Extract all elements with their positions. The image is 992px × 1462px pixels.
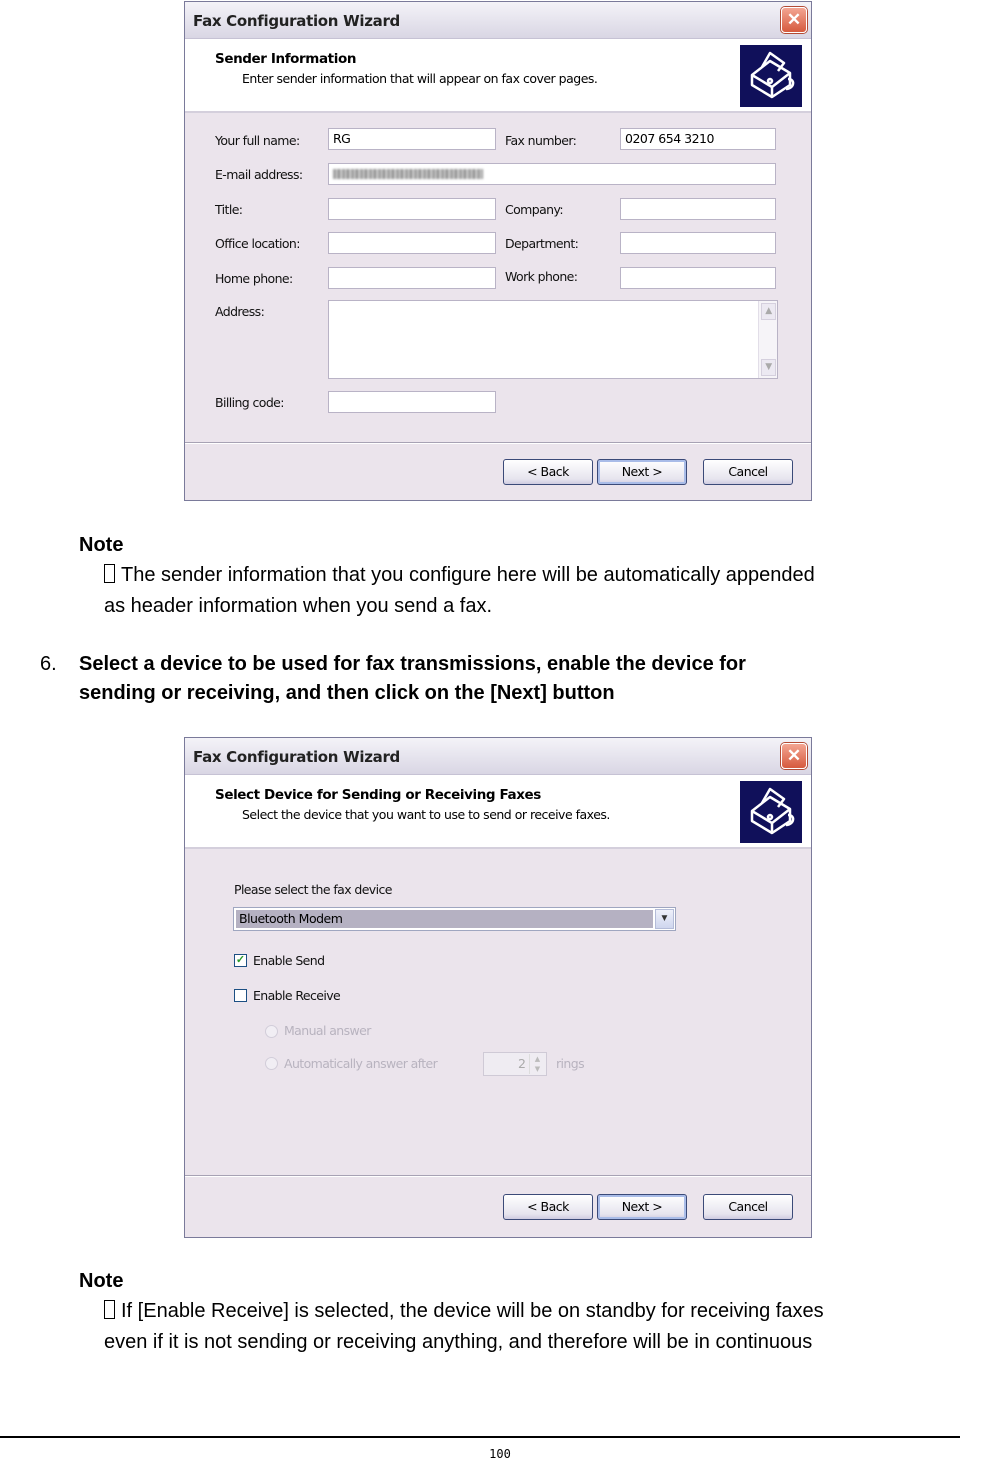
window-title: Fax Configuration Wizard (193, 748, 400, 766)
wizard-header: Select Device for Sending or Receiving F… (185, 775, 811, 849)
close-button[interactable]: ✕ (781, 7, 807, 33)
manual-answer-label: Manual answer (284, 1023, 371, 1038)
sender-info-wizard-window: Fax Configuration Wizard ✕ Sender Inform… (184, 1, 812, 501)
button-separator (185, 1175, 811, 1177)
note2-text: If [Enable Receive] is selected, the dev… (121, 1300, 824, 1322)
fax-device-dropdown[interactable]: Bluetooth Modem ▼ (233, 907, 676, 931)
step6-line2: sending or receiving, and then click on … (79, 682, 615, 704)
note1-line1: The sender information that you configur… (104, 564, 815, 587)
chevron-down-icon[interactable]: ▼ (655, 909, 674, 929)
address-scrollbar[interactable]: ▲ ▼ (758, 301, 777, 378)
enable-receive-checkbox[interactable] (234, 989, 247, 1002)
work-phone-label: Work phone: (505, 269, 578, 284)
note2-line1: If [Enable Receive] is selected, the dev… (104, 1300, 824, 1323)
rings-stepper[interactable]: 2 ▲ ▼ (483, 1052, 547, 1076)
cancel-button[interactable]: Cancel (703, 459, 793, 485)
close-icon: ✕ (786, 746, 802, 765)
fax-number-input[interactable]: 0207 654 3210 (620, 128, 776, 150)
note2-line2: even if it is not sending or receiving a… (104, 1331, 813, 1353)
enable-receive-label[interactable]: Enable Receive (253, 988, 341, 1003)
back-button[interactable]: < Back (503, 1194, 593, 1220)
company-label: Company: (505, 202, 564, 217)
note2-heading: Note (79, 1270, 124, 1292)
department-label: Department: (505, 236, 579, 251)
page-number: 100 (489, 1447, 511, 1461)
fax-machine-icon (740, 45, 802, 107)
enable-send-checkbox[interactable]: ✓ (234, 954, 247, 967)
office-location-label: Office location: (215, 236, 300, 251)
title-input[interactable] (328, 198, 496, 220)
next-button[interactable]: Next > (597, 1194, 687, 1220)
wizard-header: Sender Information Enter sender informat… (185, 39, 811, 113)
blurred-email-value (333, 169, 483, 179)
selected-device: Bluetooth Modem (236, 910, 653, 928)
header-title: Select Device for Sending or Receiving F… (215, 787, 541, 803)
home-phone-input[interactable] (328, 267, 496, 289)
manual-answer-radio[interactable] (265, 1025, 278, 1038)
office-location-input[interactable] (328, 232, 496, 254)
close-button[interactable]: ✕ (781, 743, 807, 769)
header-subtitle: Select the device that you want to use t… (242, 807, 610, 822)
stepper-arrows-icon[interactable]: ▲ ▼ (529, 1054, 545, 1074)
title-bar: Fax Configuration Wizard ✕ (185, 738, 811, 775)
department-input[interactable] (620, 232, 776, 254)
billing-code-label: Billing code: (215, 395, 284, 410)
note1-text: The sender information that you configur… (121, 564, 815, 586)
note1-line2: as header information when you send a fa… (104, 595, 493, 617)
step6-line1: Select a device to be used for fax trans… (79, 653, 746, 675)
company-input[interactable] (620, 198, 776, 220)
auto-answer-label: Automatically answer after (284, 1056, 438, 1071)
device-select-label: Please select the fax device (234, 882, 392, 897)
address-label: Address: (215, 304, 265, 319)
footer-rule (0, 1436, 960, 1438)
title-label: Title: (215, 202, 243, 217)
rings-label: rings (556, 1056, 585, 1071)
billing-code-input[interactable] (328, 391, 496, 413)
fax-machine-icon (740, 781, 802, 843)
scroll-down-icon[interactable]: ▼ (761, 359, 776, 376)
full-name-input[interactable]: RG (328, 128, 496, 150)
back-button[interactable]: < Back (503, 459, 593, 485)
next-button[interactable]: Next > (597, 459, 687, 485)
note1-heading: Note (79, 534, 124, 556)
close-icon: ✕ (786, 10, 802, 29)
window-title: Fax Configuration Wizard (193, 12, 400, 30)
select-device-wizard-window: Fax Configuration Wizard ✕ Select Device… (184, 737, 812, 1238)
enable-send-label[interactable]: Enable Send (253, 953, 325, 968)
email-input[interactable] (328, 163, 776, 185)
checkmark-icon: ✓ (235, 954, 246, 966)
full-name-label: Your full name: (215, 133, 300, 148)
header-title: Sender Information (215, 51, 357, 67)
address-textarea[interactable]: ▲ ▼ (328, 300, 778, 379)
scroll-up-icon[interactable]: ▲ (761, 303, 776, 320)
step-number: 6. (40, 653, 57, 675)
cancel-button[interactable]: Cancel (703, 1194, 793, 1220)
home-phone-label: Home phone: (215, 271, 293, 286)
email-label: E-mail address: (215, 167, 303, 182)
bullet-box-icon (104, 564, 115, 583)
title-bar: Fax Configuration Wizard ✕ (185, 2, 811, 39)
work-phone-input[interactable] (620, 267, 776, 289)
rings-value: 2 (518, 1056, 526, 1071)
bullet-box-icon (104, 1300, 115, 1319)
button-separator (185, 442, 811, 444)
auto-answer-radio[interactable] (265, 1057, 278, 1070)
header-subtitle: Enter sender information that will appea… (242, 71, 598, 86)
fax-number-label: Fax number: (505, 133, 577, 148)
